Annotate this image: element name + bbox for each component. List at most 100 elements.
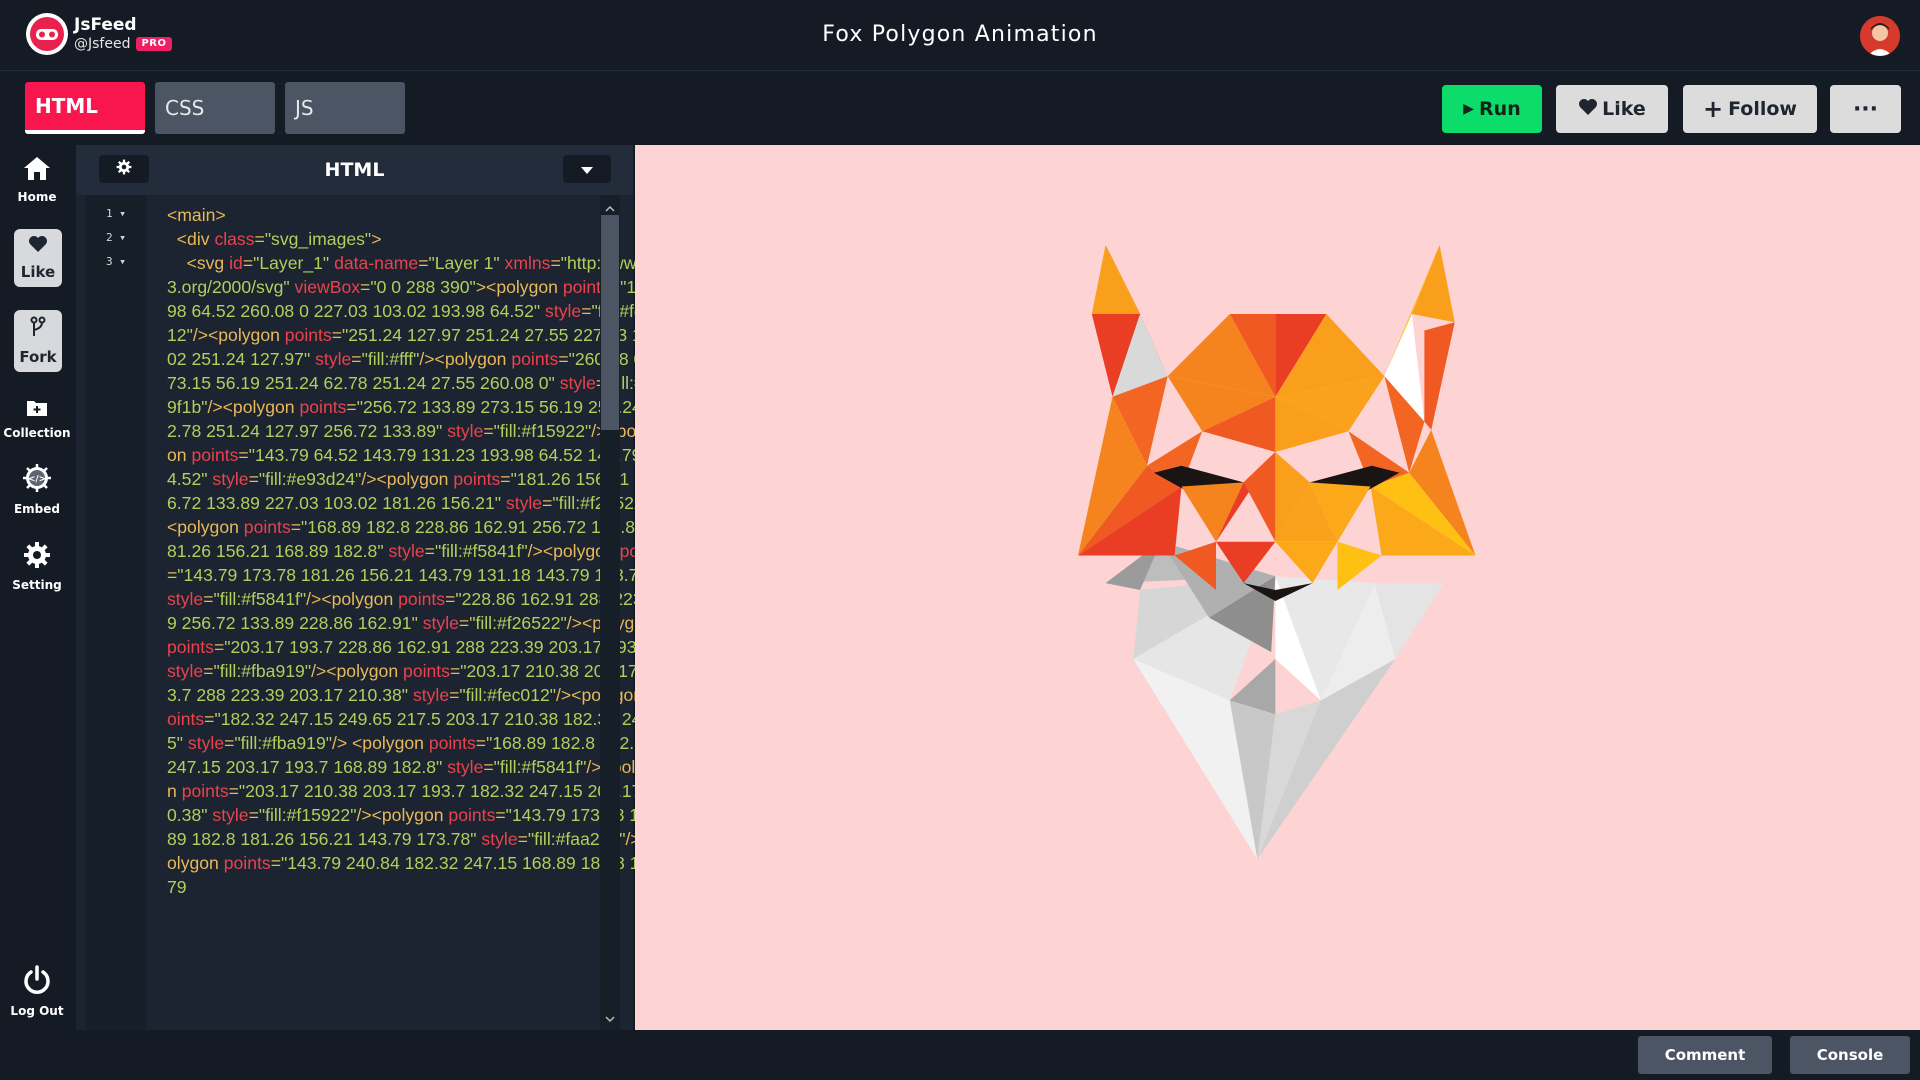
code-token: =: [475, 733, 487, 753]
code-token: "fill:#fff": [361, 349, 420, 369]
bottom-bar: Comment Console: [0, 1030, 1920, 1080]
code-token: style: [505, 493, 543, 513]
code-token: "fill:#f5841f": [493, 757, 587, 777]
code-token: =: [248, 805, 259, 825]
code-token: xmlns: [504, 253, 551, 273]
code-token: =: [204, 709, 215, 729]
sidebar-item-logout[interactable]: Log Out: [0, 965, 74, 1018]
like-button[interactable]: Like: [1556, 85, 1668, 133]
code-token: style: [167, 589, 204, 609]
sidebar-item-embed[interactable]: </> Embed: [0, 463, 74, 516]
sidebar-label-embed: Embed: [13, 502, 61, 516]
code-token: id: [229, 253, 243, 273]
avatar[interactable]: [1860, 16, 1900, 56]
code-token: /> <polygon: [331, 733, 429, 753]
code-token: class: [214, 229, 255, 249]
comment-button[interactable]: Comment: [1638, 1036, 1772, 1074]
line-number: 2 ▾: [106, 231, 126, 244]
sidebar-label-home: Home: [17, 190, 57, 204]
code-token: <svg: [167, 253, 230, 273]
gear-icon: [23, 541, 51, 572]
code-token: "fill:#e93d24": [258, 469, 362, 489]
code-token: =: [203, 589, 214, 609]
code-token: points: [511, 349, 559, 369]
sidebar-label-fork: Fork: [19, 348, 57, 366]
ellipsis-icon: ···: [1852, 96, 1879, 122]
code-token: <div: [167, 229, 215, 249]
code-token: =: [242, 253, 254, 273]
code-token: "Layer_1": [253, 253, 335, 273]
code-token: style: [388, 541, 425, 561]
code-token: =: [224, 733, 235, 753]
editor-dropdown-button[interactable]: [563, 155, 611, 183]
more-options-button[interactable]: ···: [1830, 85, 1901, 133]
code-line: <main>: [167, 203, 667, 227]
code-token: =: [167, 565, 178, 585]
sidebar-item-setting[interactable]: Setting: [0, 541, 74, 592]
line-number: 1 ▾: [106, 207, 126, 220]
sidebar-label-like: Like: [20, 263, 56, 281]
code-token: points: [299, 397, 347, 417]
collection-icon: [26, 397, 48, 420]
sidebar-item-like[interactable]: Like: [14, 229, 62, 287]
sidebar-item-collection[interactable]: Collection: [0, 397, 74, 440]
code-token: =: [418, 253, 429, 273]
code-token: =: [483, 421, 494, 441]
heart-icon: [1578, 98, 1598, 121]
console-button[interactable]: Console: [1790, 1036, 1910, 1074]
follow-label: Follow: [1728, 98, 1797, 120]
code-token: =: [495, 805, 506, 825]
power-icon: [22, 965, 52, 998]
code-token: style: [167, 661, 204, 681]
code-token: =: [270, 853, 281, 873]
code-token: style: [447, 421, 484, 441]
code-token: =: [483, 757, 494, 777]
like-label: Like: [1602, 98, 1646, 120]
top-bar: JsFeed @Jsfeed PRO Fox Polygon Animation: [0, 0, 1920, 71]
code-token: =: [449, 661, 461, 681]
code-token: points: [223, 853, 271, 873]
code-token: points: [453, 469, 501, 489]
code-token: "fill:#f15922": [258, 805, 357, 825]
heart-icon: [28, 235, 48, 257]
tab-html[interactable]: HTML: [25, 82, 145, 134]
editor-scroll-thumb[interactable]: [601, 215, 619, 430]
code-token: =: [213, 637, 225, 657]
code-token: =: [238, 445, 249, 465]
left-sidebar: Home Like Fork Collection </> Embed Sett…: [0, 145, 74, 1030]
code-token: /><polygon: [207, 397, 300, 417]
code-token: =: [550, 253, 561, 273]
editor-header: HTML: [76, 145, 633, 195]
code-token: "fill:#f26522": [469, 613, 567, 633]
code-token: style: [559, 373, 596, 393]
sidebar-label-setting: Setting: [12, 578, 62, 592]
code-token: >: [371, 229, 382, 249]
code-token: points: [191, 445, 239, 465]
run-label: Run: [1479, 98, 1521, 120]
code-token: points: [284, 325, 332, 345]
sidebar-label-logout: Log Out: [10, 1004, 64, 1018]
code-token: "svg_images": [264, 229, 372, 249]
code-token: <main>: [167, 205, 226, 225]
tab-js[interactable]: JS: [285, 82, 405, 134]
code-area[interactable]: <main> <div class="svg_images"> <svg id=…: [167, 203, 667, 1023]
code-token: "fill:#f5841f": [434, 541, 528, 561]
code-token: style: [447, 757, 484, 777]
code-token: viewBox: [294, 277, 361, 297]
code-token: /><polygon: [311, 661, 404, 681]
scroll-up-icon: [605, 197, 615, 216]
code-token: =: [581, 301, 592, 321]
sidebar-label-collection: Collection: [3, 426, 71, 440]
line-number: 3 ▾: [106, 255, 126, 268]
code-token: =: [500, 469, 511, 489]
sidebar-item-fork[interactable]: Fork: [14, 310, 62, 372]
code-token: "fill:#fec012": [459, 685, 557, 705]
editor-title: HTML: [324, 159, 385, 181]
code-token: points: [167, 637, 214, 657]
code-token: "203.17 193.7 228.86 162.91 288 223.39 2…: [224, 637, 663, 657]
follow-button[interactable]: + Follow: [1683, 85, 1817, 133]
tab-css[interactable]: CSS: [155, 82, 275, 134]
code-token: data-name: [334, 253, 419, 273]
sidebar-item-home[interactable]: Home: [0, 155, 74, 204]
run-button[interactable]: ▶ Run: [1442, 85, 1542, 133]
